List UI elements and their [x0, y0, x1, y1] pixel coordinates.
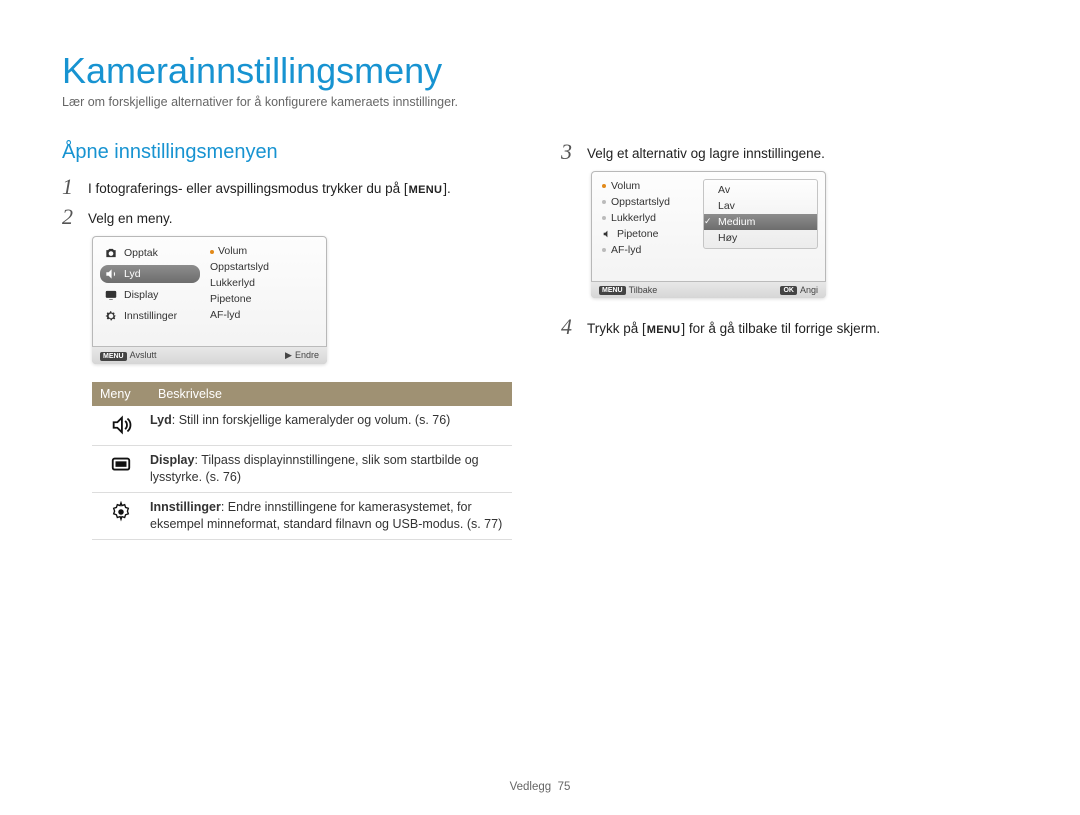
display-icon [110, 454, 132, 479]
step-num-1: 1 [62, 176, 80, 198]
step-num-3: 3 [561, 141, 579, 163]
lcd1-foot-left: MENUAvslutt [100, 350, 156, 361]
table-head-beskrivelse: Beskrivelse [150, 382, 512, 406]
table-head-meny: Meny [92, 382, 150, 406]
step-4: 4 Trykk på [MENU] for å gå tilbake til f… [561, 316, 1018, 338]
display-icon [104, 288, 118, 302]
lcd1-opt-pipetone: Pipetone [206, 292, 319, 306]
step4-pre: Trykk på [ [587, 321, 646, 336]
lcd1-item-display: Display [100, 286, 200, 304]
camera-lcd-menu: Opptak Lyd Display Innstillinger [92, 236, 327, 364]
menu-button-label: MENU [408, 183, 444, 198]
sound-icon [110, 414, 132, 439]
lcd1-opt-volum: Volum [206, 244, 319, 258]
lcd1-item-lyd: Lyd [100, 265, 200, 283]
page-footer: Vedlegg 75 [0, 781, 1080, 793]
table-row: Lyd: Still inn forskjellige kameralyder … [92, 406, 512, 446]
sound-icon [602, 229, 612, 239]
menu-description-table: Meny Beskrivelse Lyd: Still inn forskjel… [92, 382, 512, 540]
lcd2-val-hoy: Høy [704, 230, 817, 246]
lcd2-opt-aflyd: AF-lyd [599, 243, 699, 257]
sound-icon [104, 267, 118, 281]
step2-text: Velg en meny. [88, 206, 173, 228]
step-num-4: 4 [561, 316, 579, 338]
lcd2-val-medium: Medium [704, 214, 817, 230]
step-3: 3 Velg et alternativ og lagre innstillin… [561, 141, 1018, 163]
step-1: 1 I fotograferings- eller avspillingsmod… [62, 176, 519, 198]
lcd1-opt-oppstartslyd: Oppstartslyd [206, 260, 319, 274]
step4-post: ] for å gå tilbake til forrige skjerm. [681, 321, 880, 336]
step1-post: ]. [443, 181, 451, 196]
lcd2-opt-pipetone: Pipetone [599, 227, 699, 241]
right-column: 3 Velg et alternativ og lagre innstillin… [561, 141, 1018, 540]
menu-button-label: MENU [646, 323, 682, 338]
step-num-2: 2 [62, 206, 80, 228]
table-row: Innstillinger: Endre innstillingene for … [92, 493, 512, 540]
table-row: Display: Tilpass displayinnstillingene, … [92, 446, 512, 493]
left-column: Åpne innstillingsmenyen 1 I fotograferin… [62, 141, 519, 540]
lcd2-opt-lukkerlyd: Lukkerlyd [599, 211, 699, 225]
lcd2-opt-oppstartslyd: Oppstartslyd [599, 195, 699, 209]
camera-icon [104, 246, 118, 260]
lcd1-opt-lukkerlyd: Lukkerlyd [206, 276, 319, 290]
gear-icon [104, 309, 118, 323]
lcd2-opt-volum: Volum [599, 179, 699, 193]
lcd1-item-opptak: Opptak [100, 244, 200, 262]
lcd2-foot-left: MENUTilbake [599, 285, 657, 295]
step-2: 2 Velg en meny. [62, 206, 519, 228]
gear-icon [110, 501, 132, 526]
lcd2-foot-right: OKAngi [780, 285, 818, 295]
section-heading: Åpne innstillingsmenyen [62, 141, 519, 164]
step1-pre: I fotograferings- eller avspillingsmodus… [88, 181, 408, 196]
lcd1-foot-right: ▶Endre [285, 350, 319, 361]
page-subtitle: Lær om forskjellige alternativer for å k… [62, 95, 1018, 109]
lcd2-val-lav: Lav [704, 198, 817, 214]
lcd2-val-av: Av [704, 182, 817, 198]
lcd1-item-innstillinger: Innstillinger [100, 307, 200, 325]
page-title: Kamerainnstillingsmeny [62, 50, 1018, 92]
camera-lcd-options: Volum Oppstartslyd Lukkerlyd Pipetone AF… [591, 171, 826, 298]
step3-text: Velg et alternativ og lagre innstillinge… [587, 141, 825, 163]
lcd1-opt-aflyd: AF-lyd [206, 308, 319, 322]
